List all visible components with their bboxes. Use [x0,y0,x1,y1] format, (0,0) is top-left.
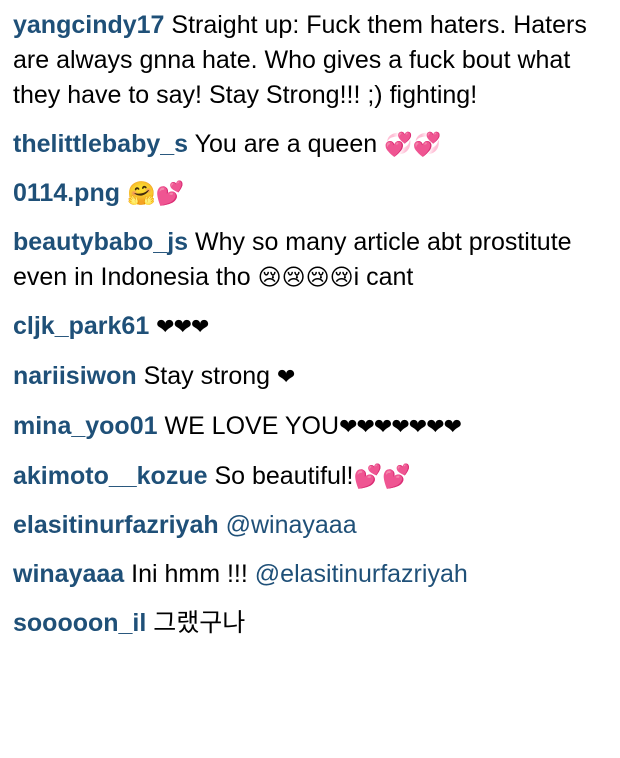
two-hearts-emoji: 💕💕 [353,464,411,490]
comment-text: So beautiful! [214,462,354,490]
hug-and-hearts-emoji: 🤗💕 [126,181,185,207]
comment-text: Stay strong [143,362,271,390]
black-heart-emoji: ❤ [277,365,295,390]
comment-username[interactable]: mina_yoo01 [13,412,158,440]
revolving-hearts-emoji: 💞💞 [384,132,442,158]
comment-item: elasitinurfazriyah @winayaaa [13,508,604,543]
crying-face-emoji: 😢😢😢😢 [257,265,354,291]
comment-username[interactable]: 0114.png [13,179,120,207]
comment-item: mina_yoo01 WE LOVE YOU❤❤❤❤❤❤❤ [13,409,604,445]
comment-text-tail: i cant [353,263,414,291]
comment-item: 0114.png 🤗💕 [13,176,604,211]
comment-item: yangcindy17 Straight up: Fuck them hater… [13,8,604,113]
comment-username[interactable]: beautybabo_js [13,228,188,256]
comment-item: cljk_park61 ❤❤❤ [13,309,604,345]
comment-username[interactable]: winayaaa [13,560,124,588]
comment-text: 그랬구나 [153,609,246,637]
comment-text: Ini hmm !!! [131,560,248,588]
comment-mention[interactable]: @winayaaa [226,511,357,539]
comment-item: thelittlebaby_s You are a queen 💞💞 [13,127,604,162]
black-heart-emoji: ❤❤❤❤❤❤❤ [339,415,462,440]
comment-text: WE LOVE YOU [164,412,340,440]
comment-text: You are a queen [194,130,378,158]
comment-item: beautybabo_js Why so many article abt pr… [13,225,604,295]
comment-username[interactable]: sooooon_il [13,609,146,637]
comment-item: sooooon_il 그랬구나 [13,606,604,641]
comment-item: winayaaa Ini hmm !!! @elasitinurfazriyah [13,557,604,592]
comment-username[interactable]: akimoto__kozue [13,462,208,490]
comment-item: nariisiwon Stay strong ❤ [13,359,604,395]
comment-mention[interactable]: @elasitinurfazriyah [255,560,468,588]
comment-username[interactable]: nariisiwon [13,362,137,390]
comment-username[interactable]: elasitinurfazriyah [13,511,219,539]
comment-username[interactable]: cljk_park61 [13,312,149,340]
comment-username[interactable]: yangcindy17 [13,11,164,39]
comment-item: akimoto__kozue So beautiful!💕💕 [13,459,604,494]
comments-list: yangcindy17 Straight up: Fuck them hater… [0,0,620,641]
black-heart-emoji: ❤❤❤ [156,315,209,340]
comment-username[interactable]: thelittlebaby_s [13,130,188,158]
